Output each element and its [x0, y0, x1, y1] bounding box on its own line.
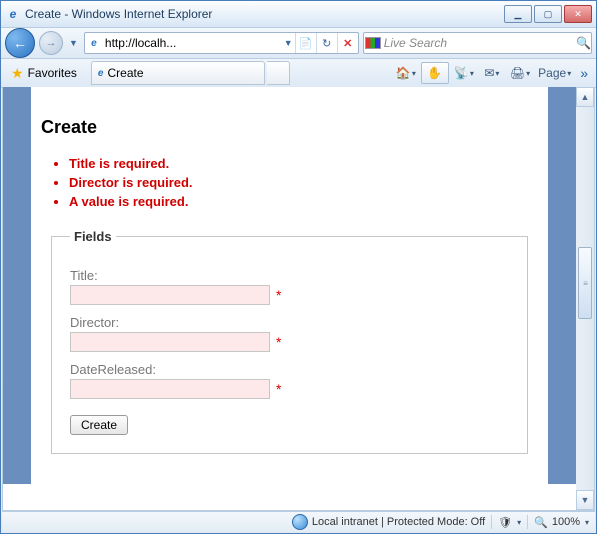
close-button[interactable]: ✕	[564, 5, 592, 23]
status-bar: Local intranet | Protected Mode: Off 🛡▾ …	[2, 511, 595, 532]
home-button[interactable]: 🏠▾	[393, 63, 419, 83]
scroll-track[interactable]: ≡	[576, 107, 594, 490]
validation-summary: Title is required. Director is required.…	[69, 156, 538, 209]
create-button[interactable]: Create	[70, 415, 128, 435]
datereleased-label: DateReleased:	[70, 362, 509, 377]
protected-mode-indicator[interactable]: 🛡▾	[492, 516, 527, 529]
datereleased-row: *	[70, 379, 509, 399]
favorites-label: Favorites	[28, 66, 77, 80]
page-menu-label: Page	[538, 66, 566, 80]
maximize-button[interactable]: ▢	[534, 5, 562, 23]
tab-label: Create	[107, 66, 143, 80]
address-buttons: 📄 ↻ ✕	[295, 33, 358, 53]
compat-view-button[interactable]: 📄	[295, 33, 316, 53]
live-search-icon	[364, 37, 382, 49]
director-input[interactable]	[70, 332, 270, 352]
zoom-icon: 🔍	[534, 516, 548, 529]
title-input[interactable]	[70, 285, 270, 305]
ie-icon: e	[5, 6, 21, 22]
favorites-button[interactable]: ★ Favorites	[5, 63, 83, 84]
globe-icon	[292, 514, 308, 530]
window-title: Create - Windows Internet Explorer	[25, 7, 504, 21]
feeds-button[interactable]: 📡▾	[451, 63, 477, 83]
required-marker: *	[276, 381, 281, 397]
director-row: *	[70, 332, 509, 352]
right-stripe	[548, 87, 576, 484]
stop-button[interactable]: ✕	[337, 33, 358, 53]
toolbar-right: 🏠▾ ✋ 📡▾ ✉▾ 🖨▾ Page▾ »	[393, 62, 592, 84]
minimize-button[interactable]: ▁	[504, 5, 532, 23]
tab-favicon: e	[98, 68, 104, 79]
recent-pages-dropdown[interactable]: ▼	[67, 38, 80, 48]
ie-window: e Create - Windows Internet Explorer ▁ ▢…	[0, 0, 597, 534]
back-button[interactable]: ←	[5, 28, 35, 58]
main-column: Create Title is required. Director is re…	[31, 87, 548, 484]
page-heading: Create	[41, 117, 538, 138]
error-item: Director is required.	[69, 175, 538, 190]
zone-text: Local intranet | Protected Mode: Off	[312, 516, 485, 528]
toolbar: ★ Favorites e Create 🏠▾ ✋ 📡▾ ✉▾ 🖨▾ Page▾…	[1, 59, 596, 88]
tab-create[interactable]: e Create	[91, 61, 265, 85]
page-menu[interactable]: Page▾	[535, 63, 574, 83]
title-row: *	[70, 285, 509, 305]
page-body: Create Title is required. Director is re…	[3, 87, 576, 484]
read-mail-button[interactable]: ✉▾	[479, 63, 505, 83]
scroll-thumb[interactable]: ≡	[578, 247, 592, 319]
shield-icon: 🛡	[498, 516, 512, 529]
search-box[interactable]: Live Search 🔍	[363, 32, 592, 54]
required-marker: *	[276, 287, 281, 303]
star-icon: ★	[11, 65, 24, 82]
page-icon: e	[85, 38, 103, 49]
titlebar: e Create - Windows Internet Explorer ▁ ▢…	[1, 1, 596, 28]
security-zone[interactable]: Local intranet | Protected Mode: Off	[286, 514, 491, 530]
print-button[interactable]: 🖨▾	[507, 63, 533, 83]
left-stripe	[3, 87, 31, 484]
refresh-button[interactable]: ↻	[316, 33, 337, 53]
datereleased-input[interactable]	[70, 379, 270, 399]
fields-legend: Fields	[70, 229, 116, 244]
toolbar-expand-button[interactable]: »	[576, 65, 592, 81]
navbar: ← → ▼ e http://localh... ▼ 📄 ↻ ✕ Live Se…	[1, 28, 596, 59]
zoom-control[interactable]: 🔍 100% ▾	[528, 516, 595, 529]
director-label: Director:	[70, 315, 509, 330]
error-item: Title is required.	[69, 156, 538, 171]
search-placeholder: Live Search	[382, 36, 576, 50]
required-marker: *	[276, 334, 281, 350]
address-dropdown-icon[interactable]: ▼	[282, 38, 295, 48]
title-label: Title:	[70, 268, 509, 283]
scroll-up-button[interactable]: ▲	[576, 87, 594, 107]
new-tab-button[interactable]	[267, 61, 290, 85]
zoom-text: 100%	[552, 516, 580, 528]
viewport: Create Title is required. Director is re…	[3, 87, 576, 510]
scroll-down-button[interactable]: ▼	[576, 490, 594, 510]
url-text: http://localh...	[103, 36, 282, 50]
window-controls: ▁ ▢ ✕	[504, 5, 592, 23]
content-area: Create Title is required. Director is re…	[2, 87, 595, 511]
search-go-icon[interactable]: 🔍	[576, 36, 591, 50]
vertical-scrollbar[interactable]: ▲ ≡ ▼	[576, 87, 594, 510]
error-item: A value is required.	[69, 194, 538, 209]
fields-fieldset: Fields Title: * Director: * DateReleased…	[51, 229, 528, 454]
hand-tool-button[interactable]: ✋	[421, 62, 449, 84]
address-bar[interactable]: e http://localh... ▼ 📄 ↻ ✕	[84, 32, 359, 54]
forward-button[interactable]: →	[39, 31, 63, 55]
